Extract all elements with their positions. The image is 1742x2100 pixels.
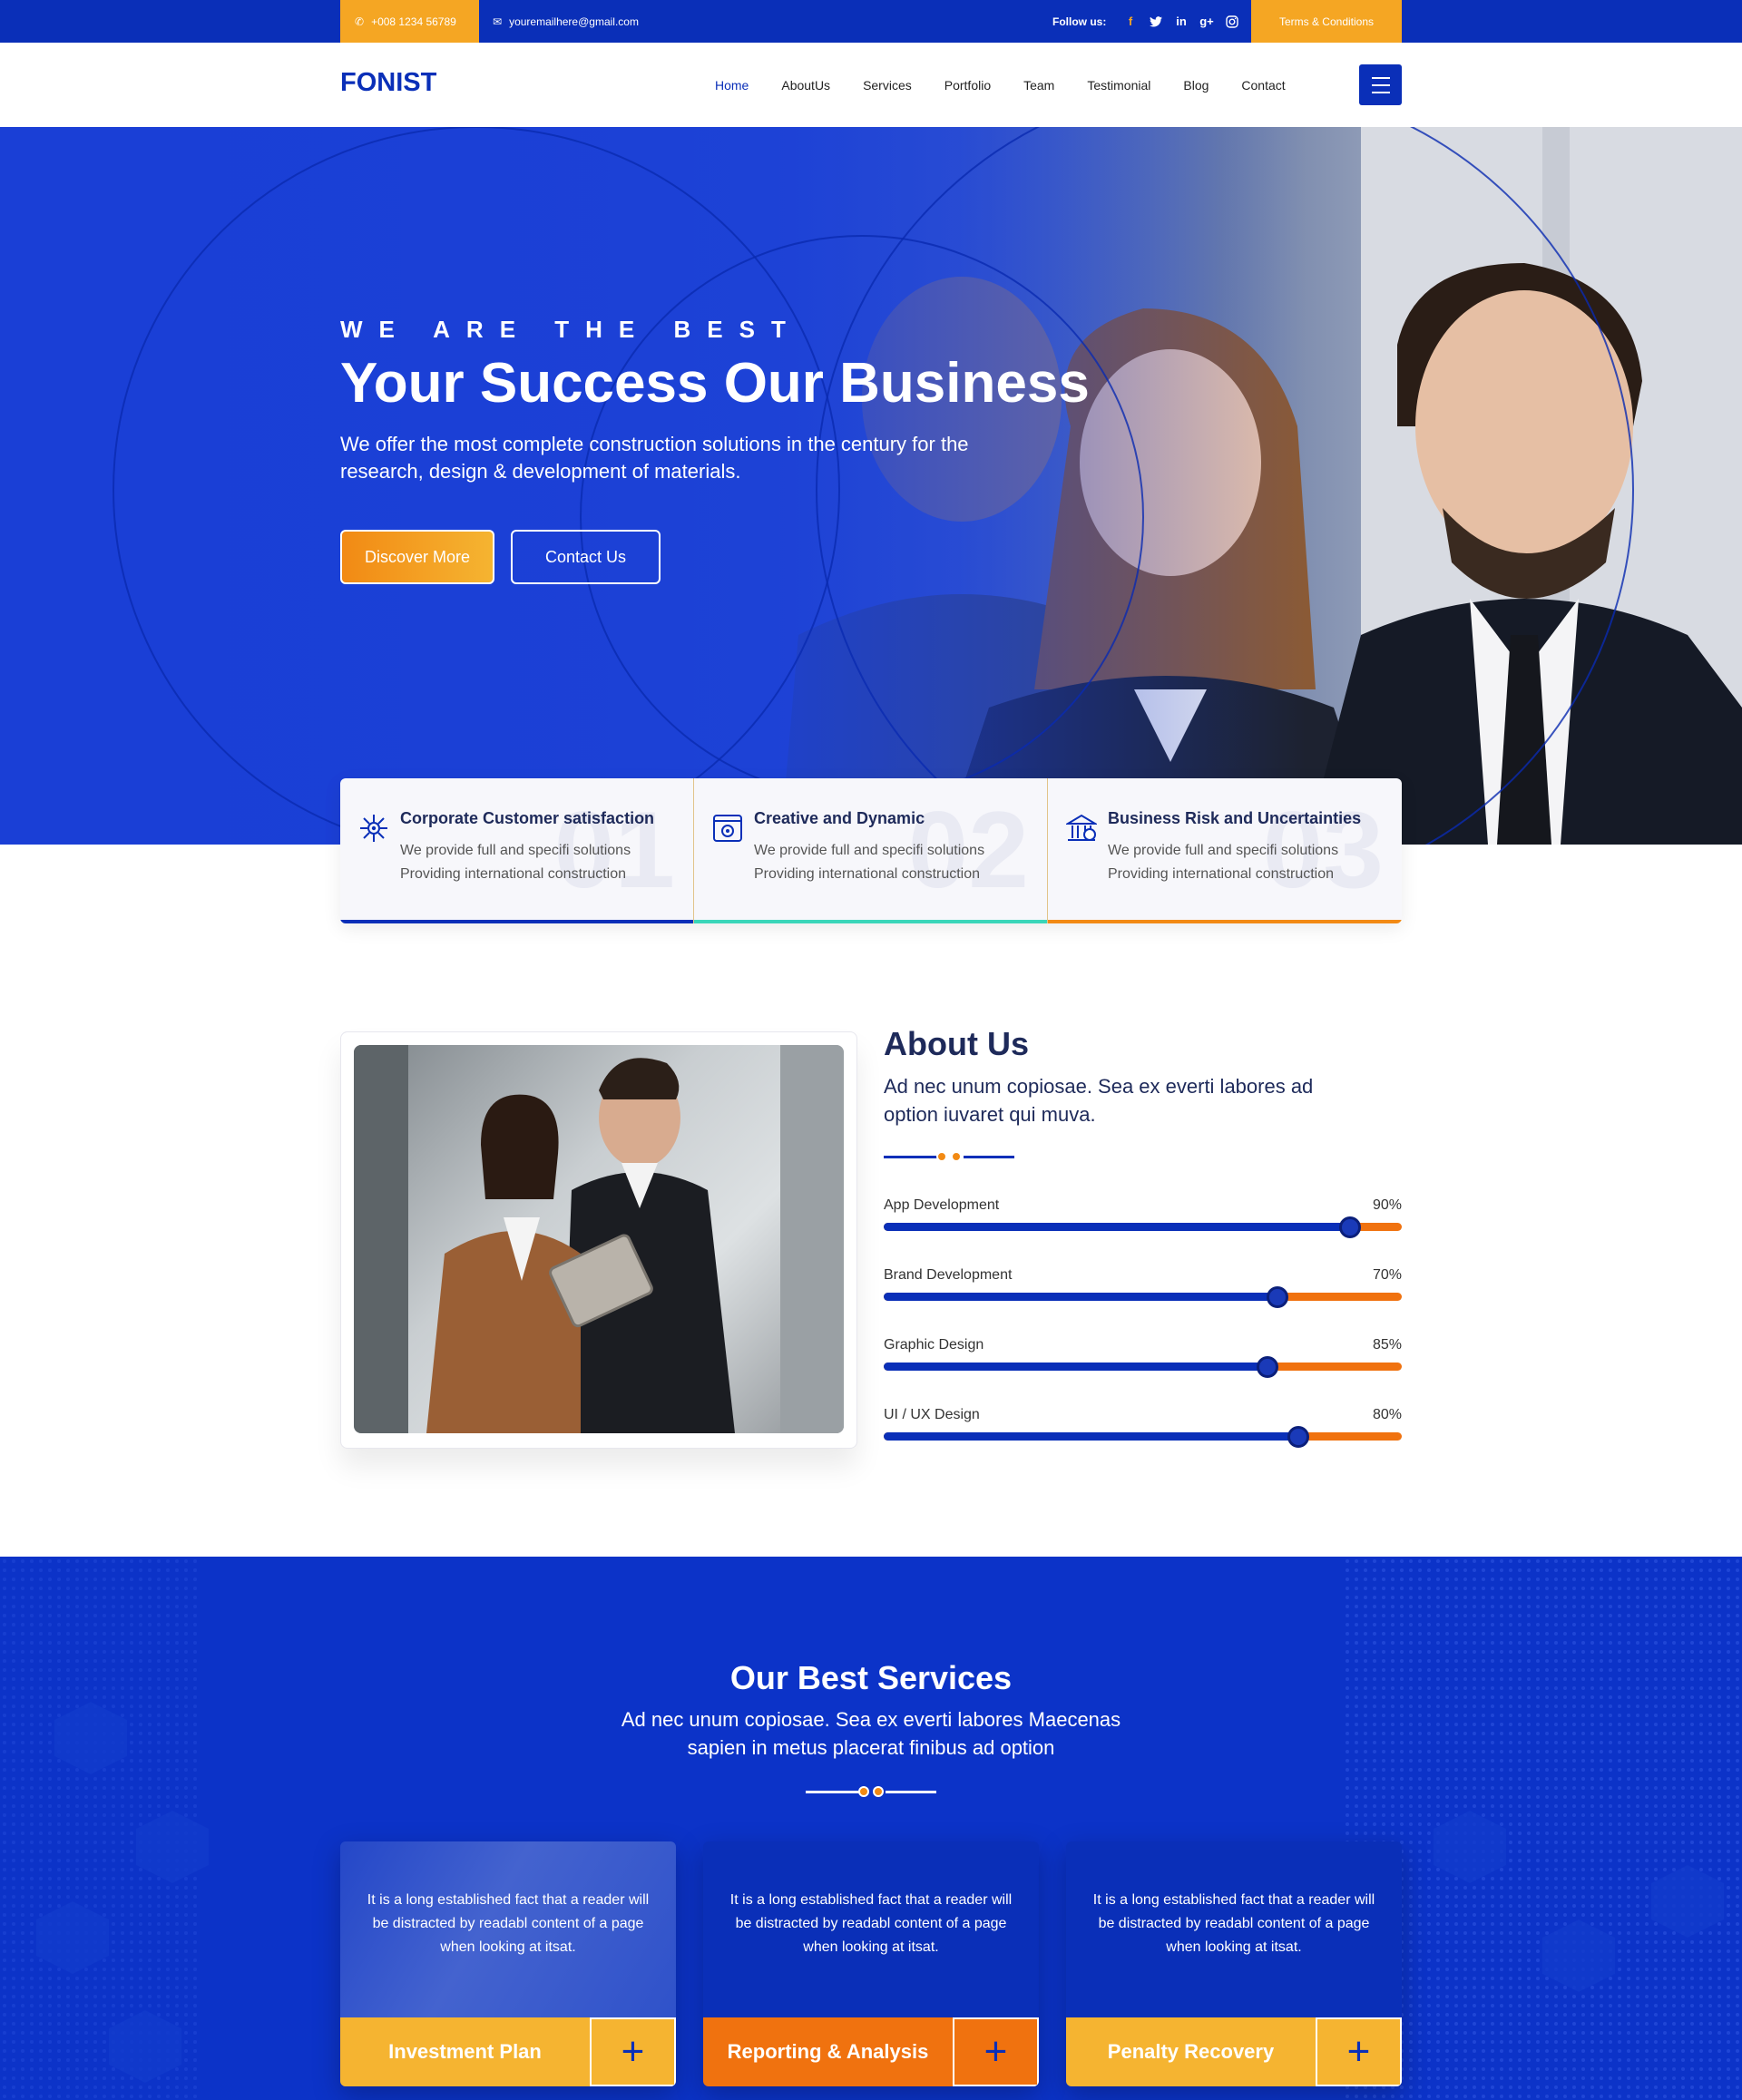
service-footer: Investment Plan + (340, 2017, 676, 2086)
plus-icon[interactable]: + (590, 2017, 676, 2086)
phone-contact[interactable]: ✆ +008 1234 56789 (340, 0, 479, 43)
twitter-icon[interactable] (1149, 15, 1163, 29)
hero-title: Your Success Our Business (340, 352, 1090, 415)
skill-handle[interactable] (1266, 1286, 1288, 1308)
feature-title: Business Risk and Uncertainties (1108, 809, 1362, 827)
service-card[interactable]: It is a long established fact that a rea… (340, 1841, 676, 2086)
skill-handle[interactable] (1256, 1356, 1278, 1378)
linkedin-icon[interactable]: in (1174, 15, 1189, 29)
discover-more-button[interactable]: Discover More (340, 530, 494, 584)
service-name[interactable]: Reporting & Analysis (703, 2017, 953, 2086)
customer-network-icon (360, 815, 387, 842)
services-title: Our Best Services (729, 1659, 1013, 1696)
skill-handle[interactable] (1287, 1426, 1309, 1448)
nav-portfolio[interactable]: Portfolio (944, 78, 991, 93)
contact-us-button[interactable]: Contact Us (511, 530, 661, 584)
skill-fill (884, 1363, 1267, 1371)
mail-icon: ✉ (493, 15, 503, 28)
service-name[interactable]: Penalty Recovery (1066, 2017, 1316, 2086)
skill-label: Graphic Design (884, 1337, 984, 1353)
main-menu: Home AboutUs Services Portfolio Team Tes… (715, 43, 1318, 127)
nav-team[interactable]: Team (1023, 78, 1054, 93)
service-card[interactable]: It is a long established fact that a rea… (703, 1841, 1039, 2086)
site-logo[interactable]: FONIST (340, 68, 436, 98)
service-text: It is a long established fact that a rea… (1092, 1892, 1375, 1955)
top-bar: ✆ +008 1234 56789 ✉ youremailhere@gmail.… (0, 0, 1742, 43)
feature-text: We provide full and specifi solutions Pr… (1108, 843, 1339, 882)
skill-fill (884, 1293, 1277, 1301)
feature-cards: 01 Corporate Customer satisfaction We pr… (340, 778, 1402, 923)
skill-label: Brand Development (884, 1267, 1013, 1283)
service-text: It is a long established fact that a rea… (729, 1892, 1013, 1955)
email-contact[interactable]: ✉ youremailhere@gmail.com (493, 0, 639, 43)
nav-contact[interactable]: Contact (1241, 78, 1285, 93)
nav-about-us[interactable]: AboutUs (781, 78, 830, 93)
nav-home[interactable]: Home (715, 78, 749, 93)
hero-section: WE ARE THE BEST Your Success Our Busines… (0, 127, 1742, 845)
feature-card[interactable]: 02 Creative and Dynamic We provide full … (694, 778, 1048, 923)
phone-icon: ✆ (355, 15, 365, 28)
feature-card[interactable]: 03 Business Risk and Uncertainties We pr… (1048, 778, 1402, 923)
feature-underline (1048, 920, 1402, 923)
skill-bar: UI / UX Design 80% (884, 1407, 1402, 1477)
skill-fill (884, 1223, 1350, 1231)
google-plus-icon[interactable]: g+ (1199, 15, 1214, 29)
service-footer: Penalty Recovery + (1066, 2017, 1402, 2086)
skill-percent: 90% (1372, 1197, 1402, 1213)
skill-bar: App Development 90% (884, 1197, 1402, 1267)
skill-track (884, 1356, 1402, 1378)
plus-icon[interactable]: + (953, 2017, 1039, 2086)
feature-card[interactable]: 01 Corporate Customer satisfaction We pr… (340, 778, 694, 923)
instagram-icon[interactable] (1225, 15, 1239, 29)
nav-blog[interactable]: Blog (1183, 78, 1209, 93)
feature-underline (340, 920, 693, 923)
feature-text: We provide full and specifi solutions Pr… (754, 843, 985, 882)
feature-title: Corporate Customer satisfaction (400, 809, 655, 827)
skill-label: UI / UX Design (884, 1407, 980, 1422)
feature-text: We provide full and specifi solutions Pr… (400, 843, 631, 882)
hero-kicker: WE ARE THE BEST (340, 316, 802, 343)
skills-list: App Development 90% Brand Development 70% Gr… (884, 1197, 1402, 1477)
main-navbar: FONIST Home AboutUs Services Portfolio T… (0, 43, 1742, 127)
skill-track (884, 1426, 1402, 1448)
about-image-frame (340, 1031, 857, 1449)
nav-testimonial[interactable]: Testimonial (1087, 78, 1150, 93)
skill-label: App Development (884, 1197, 1000, 1213)
service-card[interactable]: It is a long established fact that a rea… (1066, 1841, 1402, 2086)
skill-fill (884, 1432, 1298, 1441)
skill-track (884, 1216, 1402, 1238)
feature-underline (694, 920, 1047, 923)
services-divider (806, 1786, 936, 1797)
service-text: It is a long established fact that a rea… (367, 1892, 650, 1955)
about-subtitle: Ad nec unum copiosae. Sea ex everti labo… (884, 1075, 1314, 1126)
skill-percent: 70% (1372, 1267, 1402, 1283)
follow-label: Follow us: (1052, 15, 1107, 28)
skill-percent: 80% (1372, 1407, 1402, 1422)
phone-number: +008 1234 56789 (371, 15, 456, 28)
services-section: Our Best Services Ad nec unum copiosae. … (0, 1557, 1742, 2100)
skill-bar: Brand Development 70% (884, 1267, 1402, 1337)
social-links: f in g+ (1123, 0, 1239, 43)
about-photo (354, 1045, 844, 1433)
email-address: youremailhere@gmail.com (509, 15, 639, 28)
skill-percent: 85% (1372, 1337, 1402, 1353)
skill-handle[interactable] (1338, 1216, 1361, 1238)
about-divider (884, 1151, 1014, 1162)
nav-services[interactable]: Services (863, 78, 912, 93)
feature-title: Creative and Dynamic (754, 809, 925, 827)
bank-building-icon (1066, 814, 1097, 841)
facebook-icon[interactable]: f (1123, 15, 1138, 29)
plus-icon[interactable]: + (1316, 2017, 1402, 2086)
about-title: About Us (884, 1025, 1029, 1062)
hamburger-menu-button[interactable] (1359, 64, 1402, 105)
skill-track (884, 1286, 1402, 1308)
service-name[interactable]: Investment Plan (340, 2017, 590, 2086)
service-footer: Reporting & Analysis + (703, 2017, 1039, 2086)
hero-background-art (0, 127, 1742, 845)
services-subtitle: Ad nec unum copiosae. Sea ex everti labo… (621, 1708, 1121, 1759)
terms-link[interactable]: Terms & Conditions (1251, 0, 1402, 43)
skill-bar: Graphic Design 85% (884, 1337, 1402, 1407)
hero-subtitle: We offer the most complete construction … (340, 433, 969, 483)
creative-settings-icon (713, 815, 742, 842)
